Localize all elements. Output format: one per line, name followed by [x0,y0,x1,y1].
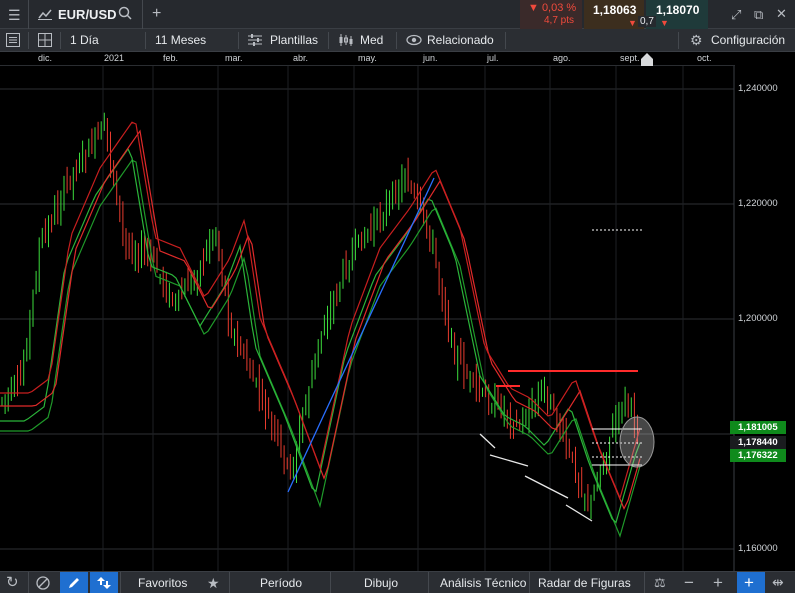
technical-analysis-menu[interactable]: Análisis Técnico [440,576,526,590]
highlight-ellipse[interactable] [619,416,655,468]
range-selector[interactable]: 11 Meses [155,33,206,47]
favorites-button[interactable]: Favoritos [138,576,187,590]
price-tag-lower: 1,176322 [730,449,786,462]
month-label: abr. [293,53,309,63]
eye-icon [406,34,422,48]
month-label: sept. [620,53,640,63]
pencil-icon [69,578,79,588]
price-label: 1,220000 [738,198,778,209]
spread-value: 0,7 [638,16,656,27]
divider [145,32,146,49]
change-percent: ▼ 0,03 % [528,2,577,14]
ask-price: 1,18070 [656,3,700,17]
divider [505,32,506,49]
price-chart[interactable]: 1,240000 1,220000 1,200000 1,160000 1,18… [0,66,795,571]
bottom-toolbar: ↻ Favoritos ★ Período Dibujo Análisis Té… [0,571,795,593]
zoom-in-icon[interactable]: + [713,574,723,591]
settings-button[interactable]: Configuración [711,33,785,47]
close-icon[interactable]: ✕ [776,7,787,20]
divider [428,572,429,593]
trendline[interactable] [287,177,435,493]
ma-band-green-outer [0,159,641,538]
sliders-icon [248,34,262,48]
month-label: feb. [163,53,179,63]
price-label: 1,240000 [738,83,778,94]
drawing-menu[interactable]: Dibujo [364,576,398,590]
divider [678,32,679,49]
popout-icon[interactable]: ⧉ [754,8,763,21]
chart-canvas[interactable] [0,66,795,571]
pencil-tool-button[interactable] [60,572,88,593]
up-down-arrows-icon [97,577,111,589]
layout-grid-icon[interactable] [38,33,52,49]
divider [229,572,230,593]
crosshair-icon: + [744,573,754,592]
month-label: oct. [697,53,712,63]
price-label: 1,200000 [738,313,778,324]
support-trace[interactable] [479,433,496,449]
price-tag-middle: 1,178440 [730,436,786,449]
divider [328,32,329,49]
refresh-icon[interactable]: ↻ [6,575,19,590]
scale-icon[interactable]: ⚖ [654,576,666,589]
divider [238,32,239,49]
period-menu[interactable]: Período [260,576,302,590]
top-bar: ☰ EUR/USD + ▼ 0,03 % 4,7 pts 1,18063 ▼ 1… [0,0,795,29]
ask-down-arrow-icon: ▼ [660,18,669,28]
month-label: jul. [487,53,499,63]
time-axis: dic. 2021 feb. mar. abr. may. jun. jul. … [0,52,735,66]
ma-band-red-outer [0,121,641,500]
star-icon[interactable]: ★ [207,576,220,590]
month-label: mar. [225,53,243,63]
magnet-tool-button[interactable] [90,572,118,593]
sell-price-button[interactable]: 1,18063 ▼ [584,0,644,29]
ma-band-red-inner [0,129,641,511]
related-button[interactable]: Relacionado [427,33,494,47]
month-label: may. [358,53,377,63]
search-icon[interactable] [118,6,132,22]
symbol-label[interactable]: EUR/USD [58,7,117,22]
support-trace[interactable] [489,454,529,467]
hamburger-menu-icon[interactable]: ☰ [8,8,21,22]
month-label: dic. [38,53,53,63]
fit-icon[interactable]: ⇹ [772,575,784,589]
add-tab-icon[interactable]: + [152,6,161,22]
line-chart-icon [38,8,52,22]
hide-drawings-icon[interactable] [36,576,50,592]
divider [330,572,331,593]
zoom-out-icon[interactable]: − [684,574,694,591]
interval-selector[interactable]: 1 Día [70,33,99,47]
divider [142,0,143,29]
change-points: 4,7 pts [544,15,575,26]
divider [60,32,61,49]
crosshair-button[interactable]: + [737,572,765,593]
candlestick-icon [338,33,354,49]
support-trace[interactable] [524,475,569,499]
divider [28,572,29,593]
month-label: ago. [553,53,571,63]
gear-icon: ⚙ [690,32,703,48]
price-type-selector[interactable]: Med [360,33,383,47]
month-label: 2021 [104,53,125,63]
pattern-radar-menu[interactable]: Radar de Figuras [538,576,631,590]
divider [529,572,530,593]
list-icon[interactable] [6,33,20,49]
divider [120,572,121,593]
change-panel: ▼ 0,03 % 4,7 pts [520,0,582,29]
expand-icon[interactable]: ⤢ [731,8,741,21]
price-tag-upper: 1,181005 [730,421,786,434]
divider [396,32,397,49]
chart-toolbar: 1 Día 11 Meses Plantillas Med Relacionad… [0,29,795,52]
divider [28,32,29,49]
divider [28,0,29,29]
bid-down-arrow-icon: ▼ [628,18,637,28]
bid-price: 1,18063 [593,3,637,17]
month-label: jun. [423,53,438,63]
templates-button[interactable]: Plantillas [270,33,318,47]
divider [644,572,645,593]
price-label: 1,160000 [738,543,778,554]
